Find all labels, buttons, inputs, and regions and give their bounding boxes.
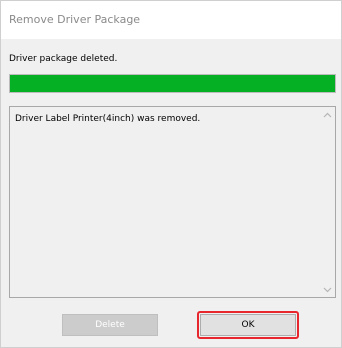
scroll-down-icon[interactable]: [320, 282, 335, 297]
log-textbox[interactable]: Driver Label Printer(4inch) was removed.: [9, 106, 336, 298]
ok-button-highlight: [197, 311, 299, 339]
remove-driver-dialog: Remove Driver Package Driver package del…: [0, 0, 342, 348]
progress-fill: [10, 75, 335, 92]
status-message: Driver package deleted.: [9, 54, 118, 64]
vertical-scrollbar[interactable]: [320, 107, 335, 297]
delete-button[interactable]: Delete: [62, 314, 158, 336]
title-bar: Remove Driver Package: [1, 1, 341, 39]
log-line: Driver Label Printer(4inch) was removed.: [15, 114, 201, 124]
progress-bar: [9, 74, 336, 93]
scroll-up-icon[interactable]: [320, 107, 335, 122]
window-title: Remove Driver Package: [9, 13, 141, 26]
